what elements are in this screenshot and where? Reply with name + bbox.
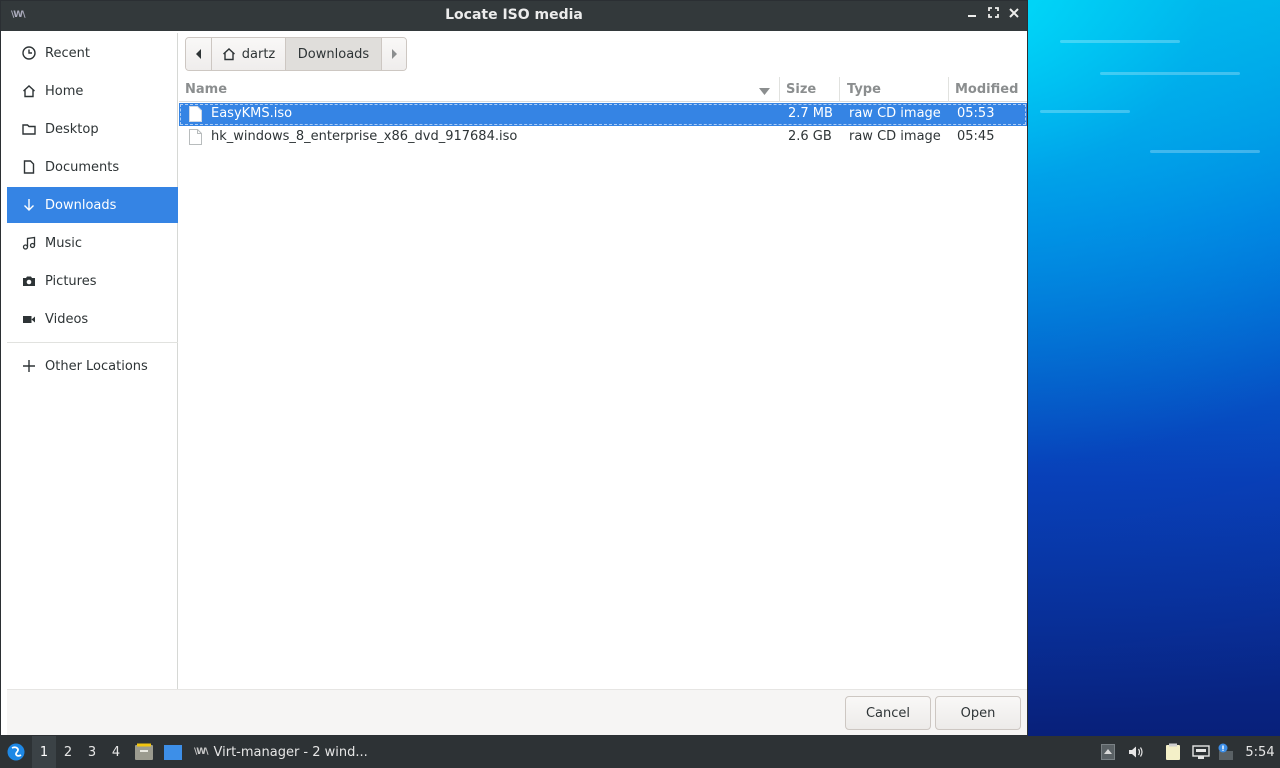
workspace-3[interactable]: 3 — [80, 736, 104, 768]
column-divider — [779, 77, 780, 102]
path-back-button[interactable] — [186, 38, 212, 70]
column-type-label: Type — [847, 82, 881, 97]
sidebar-item-label: Recent — [45, 45, 90, 61]
places-sidebar: Recent Home Desktop Documents Downloads — [7, 33, 178, 689]
workspace-1[interactable]: 1 — [32, 736, 56, 768]
taskbar-window-virt-manager[interactable]: \W\ Virt-manager - 2 wind... — [190, 736, 390, 768]
sidebar-item-desktop[interactable]: Desktop — [7, 111, 178, 147]
document-icon — [21, 159, 37, 175]
path-current-button[interactable]: Downloads — [286, 38, 382, 70]
workspace-2[interactable]: 2 — [56, 736, 80, 768]
sidebar-item-label: Desktop — [45, 121, 99, 137]
lxqt-logo-icon — [7, 743, 25, 761]
titlebar: \W\ Locate ISO media — [1, 1, 1027, 31]
folder-icon — [21, 121, 37, 137]
clock-icon — [21, 45, 37, 61]
sidebar-item-label: Other Locations — [45, 358, 148, 374]
sidebar-item-pictures[interactable]: Pictures — [7, 263, 178, 299]
wave-highlight — [1060, 40, 1180, 43]
tray-expand-icon[interactable] — [1098, 736, 1118, 768]
sidebar-item-label: Home — [45, 83, 84, 99]
column-name-header[interactable]: Name — [185, 77, 775, 102]
sidebar-item-home[interactable]: Home — [7, 73, 178, 109]
window-title: Locate ISO media — [445, 7, 583, 23]
sort-descending-icon — [759, 85, 770, 100]
sidebar-item-label: Downloads — [45, 197, 117, 213]
sidebar-item-recent[interactable]: Recent — [7, 35, 178, 71]
column-name-label: Name — [185, 82, 228, 97]
path-current-label: Downloads — [297, 46, 370, 62]
workspace-4[interactable]: 4 — [104, 736, 128, 768]
clipboard-icon[interactable] — [1162, 736, 1184, 768]
sidebar-item-documents[interactable]: Documents — [7, 149, 178, 185]
close-icon[interactable] — [1006, 7, 1022, 23]
taskbar: 1 2 3 4 \W\ Virt-manager - 2 wind... 5:5… — [0, 736, 1280, 768]
wave-highlight — [1040, 110, 1130, 113]
sidebar-divider — [7, 342, 178, 343]
volume-icon[interactable] — [1126, 736, 1146, 768]
minimize-icon[interactable] — [964, 7, 980, 23]
table-row[interactable]: hk_windows_8_enterprise_x86_dvd_917684.i… — [179, 126, 1027, 149]
file-manager-launcher[interactable] — [132, 736, 156, 768]
file-modified: 05:45 — [957, 129, 995, 144]
home-icon — [222, 48, 235, 61]
sidebar-item-label: Music — [45, 235, 82, 251]
column-divider — [948, 77, 949, 102]
file-manager-icon — [135, 743, 153, 760]
chevron-right-icon — [392, 49, 397, 59]
maximize-icon[interactable] — [985, 7, 1001, 23]
sidebar-item-other-locations[interactable]: Other Locations — [7, 348, 178, 384]
path-home-label: dartz — [241, 46, 276, 62]
camera-icon — [21, 273, 37, 289]
desktop-icon — [164, 744, 182, 760]
network-icon[interactable] — [1190, 736, 1212, 768]
download-icon — [21, 197, 37, 213]
file-icon — [189, 129, 202, 145]
file-size: 2.6 GB — [788, 129, 832, 144]
video-icon — [21, 311, 37, 327]
show-desktop-button[interactable] — [160, 736, 186, 768]
path-home-button[interactable]: dartz — [212, 38, 286, 70]
sidebar-item-downloads[interactable]: Downloads — [7, 187, 178, 223]
music-icon — [21, 235, 37, 251]
sidebar-item-label: Documents — [45, 159, 120, 175]
file-chooser-dialog: \W\ Locate ISO media Recent Home Desktop… — [0, 0, 1028, 736]
wave-highlight — [1150, 150, 1260, 153]
file-name: EasyKMS.iso — [211, 106, 293, 121]
taskbar-window-label: Virt-manager - 2 wind... — [213, 744, 368, 760]
column-size-header[interactable]: Size — [786, 77, 836, 102]
column-size-label: Size — [786, 82, 817, 97]
sidebar-item-label: Pictures — [45, 273, 97, 289]
table-row[interactable]: EasyKMS.iso 2.7 MB raw CD image 05:53 — [179, 103, 1027, 126]
file-list-header: Name Size Type Modified — [179, 77, 1027, 102]
column-modified-label: Modified — [955, 82, 1019, 97]
file-type: raw CD image — [849, 129, 941, 144]
column-modified-header[interactable]: Modified — [955, 77, 1027, 102]
home-icon — [21, 83, 37, 99]
virt-manager-icon: \W\ — [194, 747, 208, 757]
sidebar-item-label: Videos — [45, 311, 89, 327]
file-size: 2.7 MB — [788, 106, 833, 121]
column-type-header[interactable]: Type — [847, 77, 947, 102]
path-forward-button[interactable] — [382, 38, 406, 70]
file-type: raw CD image — [849, 106, 941, 121]
file-modified: 05:53 — [957, 106, 995, 121]
notification-icon[interactable] — [1214, 736, 1236, 768]
file-name: hk_windows_8_enterprise_x86_dvd_917684.i… — [211, 129, 518, 144]
plus-icon — [21, 358, 37, 374]
open-button[interactable]: Open — [935, 696, 1021, 730]
sidebar-item-videos[interactable]: Videos — [7, 301, 178, 337]
column-divider — [839, 77, 840, 102]
file-list: Name Size Type Modified EasyKMS.iso 2.7 … — [179, 77, 1027, 689]
start-menu-button[interactable] — [0, 736, 32, 768]
chevron-left-icon — [195, 49, 201, 59]
clock[interactable]: 5:54 — [1242, 736, 1278, 768]
sidebar-item-music[interactable]: Music — [7, 225, 178, 261]
wave-highlight — [1100, 72, 1240, 75]
cancel-button[interactable]: Cancel — [845, 696, 931, 730]
dialog-action-bar: Cancel Open — [7, 689, 1027, 735]
file-icon — [189, 106, 202, 122]
path-bar: dartz Downloads — [185, 37, 407, 71]
